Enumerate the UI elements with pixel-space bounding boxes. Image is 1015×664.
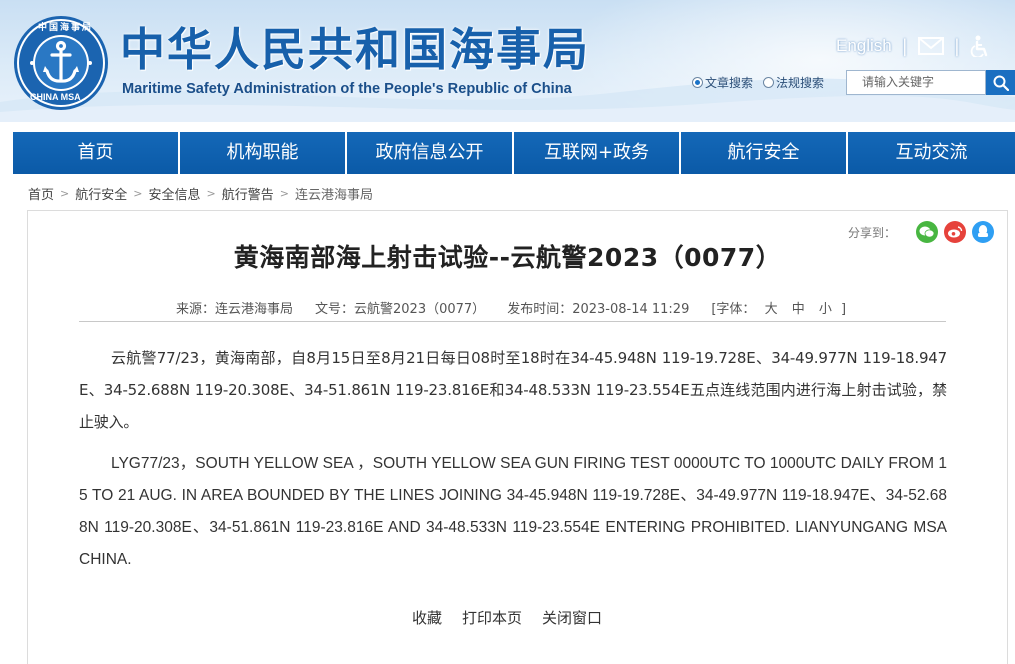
font-size-switcher: [字体： 大 中 小 ] [711, 298, 846, 317]
article-title: 黄海南部海上射击试验--云航警2023（0077） [233, 243, 782, 272]
breadcrumb: 首页 > 航行安全 > 安全信息 > 航行警告 > 连云港海事局 [28, 184, 373, 203]
nav-item-navigation-safety[interactable]: 航行安全 [681, 132, 848, 174]
article-doc-number: 文号：云航警2023（0077） [315, 302, 486, 317]
accessibility-icon[interactable] [970, 35, 990, 57]
font-size-large[interactable]: 大 [765, 302, 778, 317]
article-meta: 来源：连云港海事局 文号：云航警2023（0077） 发布时间：2023-08-… [176, 298, 846, 317]
top-links: English | | [836, 34, 990, 58]
radio-article-search[interactable]: 文章搜索 [692, 74, 753, 91]
site-title-cn[interactable]: 中华人民共和国海事局 [120, 22, 590, 78]
font-size-medium[interactable]: 中 [792, 302, 805, 317]
site-header: 中国海事局 CHINA MSA 中华人民共和国海事局 Maritime Safe… [0, 0, 1015, 122]
font-size-small[interactable]: 小 [819, 302, 832, 317]
nav-item-interaction[interactable]: 互动交流 [848, 132, 1015, 174]
article-paragraph-cn: 云航警77/23，黄海南部，自8月15日至8月21日每日08时至18时在34-4… [79, 349, 947, 431]
english-link[interactable]: English [836, 36, 892, 56]
radio-label: 文章搜索 [705, 76, 754, 90]
mail-icon[interactable] [917, 37, 944, 55]
radio-dot[interactable] [763, 77, 775, 88]
nav-item-internet-gov[interactable]: 互联网+政务 [514, 132, 681, 174]
font-size-label-open: [字体： [711, 302, 756, 317]
breadcrumb-nav-warnings[interactable]: 航行警告 [222, 184, 274, 203]
search-icon [993, 75, 1009, 91]
search-type-selector: 文章搜索 法规搜索 [692, 74, 824, 91]
breadcrumb-navigation-safety[interactable]: 航行安全 [75, 184, 127, 203]
main-nav: 首页 机构职能 政府信息公开 互联网+政务 航行安全 互动交流 [13, 132, 1015, 174]
font-size-label-close: ] [841, 302, 847, 317]
radio-label: 法规搜索 [776, 76, 825, 90]
search-button[interactable] [986, 70, 1015, 95]
nav-item-gov-info[interactable]: 政府信息公开 [347, 132, 514, 174]
breadcrumb-home[interactable]: 首页 [28, 184, 54, 203]
logo-text-top: 中国海事局 [38, 23, 94, 33]
close-window-link[interactable]: 关闭窗口 [542, 607, 602, 628]
article-publish-time: 发布时间：2023-08-14 11:29 [507, 302, 690, 317]
chevron-right-icon: > [279, 186, 289, 200]
search-input[interactable]: 请输入关键字 [846, 70, 986, 95]
breadcrumb-lianyungang[interactable]: 连云港海事局 [295, 184, 373, 203]
meta-divider [79, 321, 946, 322]
nav-item-home[interactable]: 首页 [13, 132, 180, 174]
favorite-link[interactable]: 收藏 [412, 607, 442, 628]
separator: | [901, 35, 908, 57]
radio-law-search[interactable]: 法规搜索 [763, 74, 824, 91]
article-source: 来源：连云港海事局 [176, 302, 294, 317]
chevron-right-icon: > [133, 186, 143, 200]
print-link[interactable]: 打印本页 [462, 607, 522, 628]
nav-item-functions[interactable]: 机构职能 [180, 132, 347, 174]
article-paragraph-en: LYG77/23，SOUTH YELLOW SEA ，SOUTH YELLOW … [79, 455, 947, 568]
separator: | [953, 35, 960, 57]
site-title-en: Maritime Safety Administration of the Pe… [122, 81, 572, 97]
chevron-right-icon: > [60, 186, 70, 200]
article-actions: 收藏 打印本页 关闭窗口 [412, 607, 602, 628]
breadcrumb-safety-info[interactable]: 安全信息 [148, 184, 200, 203]
chevron-right-icon: > [206, 186, 216, 200]
logo-text-bottom: CHINA MSA [30, 92, 81, 102]
radio-dot-selected[interactable] [692, 77, 703, 88]
